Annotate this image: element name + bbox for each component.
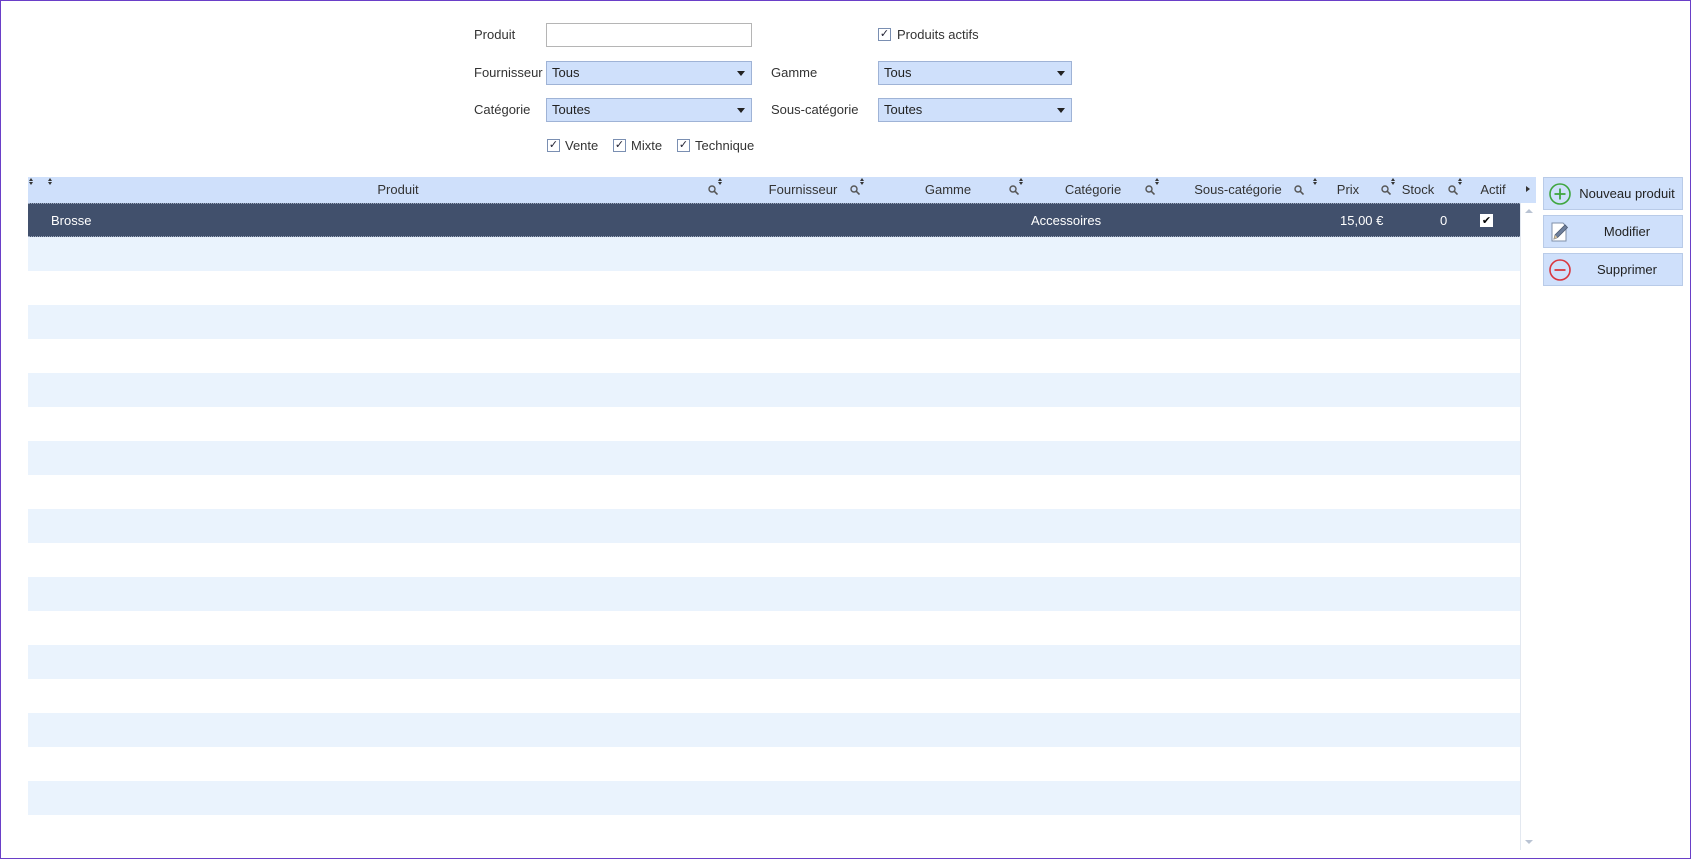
column-header-produit-label: Produit xyxy=(377,182,419,197)
sort-arrows-icon[interactable] xyxy=(1457,178,1464,186)
table-row xyxy=(28,339,1520,373)
table-row xyxy=(28,679,1520,713)
table-row xyxy=(28,713,1520,747)
column-header-produit[interactable]: Produit xyxy=(48,177,748,203)
table-row xyxy=(28,747,1520,781)
table-row xyxy=(28,577,1520,611)
gamme-select-value: Tous xyxy=(884,65,912,80)
column-header-actif-label: Actif xyxy=(1480,182,1506,197)
column-header-sous-categorie[interactable]: Sous-catégorie xyxy=(1163,177,1313,203)
column-header-categorie[interactable]: Catégorie xyxy=(1028,177,1158,203)
table-row xyxy=(28,543,1520,577)
produits-actifs-label: Produits actifs xyxy=(897,27,979,42)
minus-circle-icon xyxy=(1549,259,1571,281)
table-row[interactable]: Brosse Accessoires 15,00 € 0 ✔ xyxy=(28,203,1520,237)
categorie-label: Catégorie xyxy=(474,102,531,117)
sous-categorie-select-value: Toutes xyxy=(884,102,923,117)
nouveau-produit-label: Nouveau produit xyxy=(1579,186,1675,201)
vente-checkbox[interactable]: ✓ xyxy=(547,139,560,152)
sort-arrows-icon[interactable] xyxy=(859,178,866,186)
column-header-actif[interactable]: Actif xyxy=(1468,177,1518,203)
sort-arrows-icon[interactable] xyxy=(28,178,35,186)
modifier-label: Modifier xyxy=(1603,224,1651,239)
cell-produit: Brosse xyxy=(51,213,92,228)
table-row xyxy=(28,271,1520,305)
column-header-sous-categorie-label: Sous-catégorie xyxy=(1194,182,1282,197)
magnifier-icon[interactable] xyxy=(1009,185,1019,195)
magnifier-icon[interactable] xyxy=(1448,185,1458,195)
nouveau-produit-button[interactable]: Nouveau produit xyxy=(1543,177,1683,210)
vertical-scrollbar[interactable] xyxy=(1520,203,1536,850)
column-header-prix[interactable]: Prix xyxy=(1318,177,1378,203)
grid-header: Produit Fournisseur Gamme Catégorie Sous… xyxy=(28,177,1536,203)
table-row xyxy=(28,611,1520,645)
pencil-icon xyxy=(1551,222,1569,242)
fournisseur-select-value: Tous xyxy=(552,65,580,80)
fournisseur-label: Fournisseur xyxy=(474,65,543,80)
technique-checkbox[interactable]: ✓ xyxy=(677,139,690,152)
sous-categorie-label: Sous-catégorie xyxy=(771,102,859,117)
scroll-down-arrow-icon[interactable] xyxy=(1525,840,1533,844)
table-row xyxy=(28,237,1520,271)
dropdown-arrow-icon xyxy=(1057,108,1065,113)
scroll-right-arrow-icon[interactable] xyxy=(1526,186,1530,192)
column-header-gamme[interactable]: Gamme xyxy=(873,177,1023,203)
table-row xyxy=(28,781,1520,815)
actif-checkbox[interactable]: ✔ xyxy=(1480,214,1493,227)
column-header-stock[interactable]: Stock xyxy=(1393,177,1443,203)
produits-actifs-checkbox[interactable]: ✓ xyxy=(878,28,891,41)
column-header-fournisseur-label: Fournisseur xyxy=(768,182,838,197)
table-row xyxy=(28,475,1520,509)
modifier-button[interactable]: Modifier xyxy=(1543,215,1683,248)
supprimer-button[interactable]: Supprimer xyxy=(1543,253,1683,286)
magnifier-icon[interactable] xyxy=(850,185,860,195)
sort-arrows-icon[interactable] xyxy=(1154,178,1161,186)
product-grid-body: Brosse Accessoires 15,00 € 0 ✔ xyxy=(28,203,1520,815)
gamme-label: Gamme xyxy=(771,65,818,80)
column-header-prix-label: Prix xyxy=(1336,182,1360,197)
column-header-categorie-label: Catégorie xyxy=(1064,182,1122,197)
cell-categorie: Accessoires xyxy=(1031,213,1102,228)
sort-arrows-icon[interactable] xyxy=(717,178,724,186)
table-row xyxy=(28,645,1520,679)
cell-prix: 15,00 € xyxy=(1340,213,1384,228)
technique-label: Technique xyxy=(695,138,755,153)
cell-stock: 0 xyxy=(1440,213,1448,228)
produit-search-input[interactable] xyxy=(546,23,752,47)
categorie-select-value: Toutes xyxy=(552,102,591,117)
table-row xyxy=(28,305,1520,339)
magnifier-icon[interactable] xyxy=(1381,185,1391,195)
table-row xyxy=(28,407,1520,441)
table-row xyxy=(28,373,1520,407)
supprimer-label: Supprimer xyxy=(1597,262,1657,277)
fournisseur-select[interactable]: Tous xyxy=(546,61,752,85)
dropdown-arrow-icon xyxy=(1057,71,1065,76)
dropdown-arrow-icon xyxy=(737,71,745,76)
gamme-select[interactable]: Tous xyxy=(878,61,1072,85)
vente-label: Vente xyxy=(565,138,599,153)
mixte-checkbox[interactable]: ✓ xyxy=(613,139,626,152)
magnifier-icon[interactable] xyxy=(1145,185,1155,195)
table-row xyxy=(28,441,1520,475)
table-row xyxy=(28,509,1520,543)
dropdown-arrow-icon xyxy=(737,108,745,113)
magnifier-icon[interactable] xyxy=(1294,185,1304,195)
mixte-label: Mixte xyxy=(631,138,663,153)
sort-arrows-icon[interactable] xyxy=(1018,178,1025,186)
categorie-select[interactable]: Toutes xyxy=(546,98,752,122)
sous-categorie-select[interactable]: Toutes xyxy=(878,98,1072,122)
scroll-up-arrow-icon[interactable] xyxy=(1525,209,1533,213)
plus-circle-icon xyxy=(1549,183,1571,205)
magnifier-icon[interactable] xyxy=(708,185,718,195)
column-header-stock-label: Stock xyxy=(1401,182,1435,197)
produit-label: Produit xyxy=(474,27,516,42)
column-header-gamme-label: Gamme xyxy=(924,182,972,197)
